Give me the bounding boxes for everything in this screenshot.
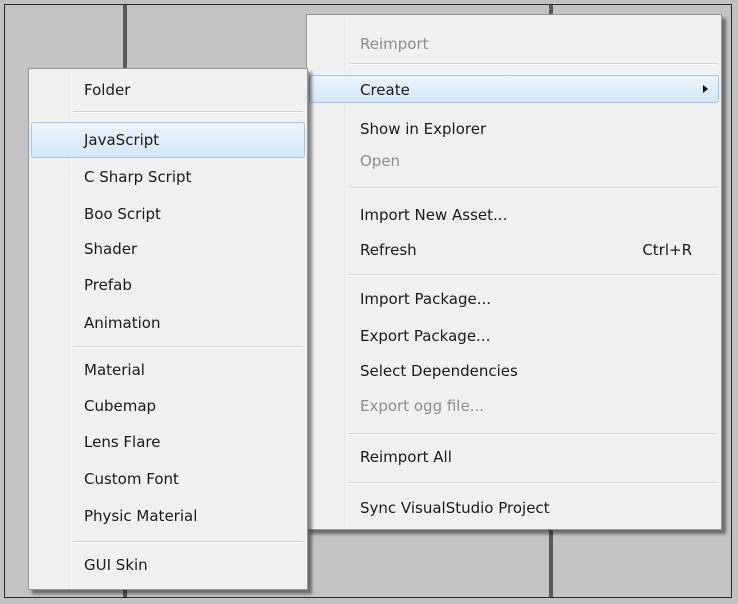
menu-item-import-package[interactable]: Import Package...	[309, 284, 719, 312]
menu-item-label: Create	[360, 81, 410, 99]
menu-item-label: Custom Font	[84, 470, 179, 488]
menu-item-reimport-all[interactable]: Reimport All	[309, 442, 719, 470]
menu-item-sync-visualstudio-project[interactable]: Sync VisualStudio Project	[309, 493, 719, 521]
menu-item-label: Cubemap	[84, 397, 157, 415]
menu-separator	[73, 541, 303, 543]
submenu-item-folder[interactable]: Folder	[31, 75, 305, 103]
create-submenu: Folder JavaScript C Sharp Script Boo Scr…	[28, 68, 308, 590]
menu-item-label: Show in Explorer	[360, 120, 487, 138]
submenu-item-material[interactable]: Material	[31, 355, 305, 383]
context-menu: Reimport Create Show in Explorer Open Im…	[306, 14, 722, 530]
menu-separator	[349, 482, 717, 484]
menu-item-label: Folder	[84, 81, 131, 99]
menu-item-show-in-explorer[interactable]: Show in Explorer	[309, 114, 719, 142]
menu-item-label: Shader	[84, 240, 138, 258]
menu-item-label: Open	[360, 152, 401, 170]
menu-item-label: Select Dependencies	[360, 362, 518, 380]
submenu-item-animation[interactable]: Animation	[31, 308, 305, 336]
menu-item-label: Export Package...	[360, 327, 491, 345]
menu-item-reimport: Reimport	[309, 29, 719, 57]
menu-item-export-package[interactable]: Export Package...	[309, 321, 719, 349]
menu-item-shortcut: Ctrl+R	[642, 241, 692, 259]
menu-item-label: Export ogg file...	[360, 397, 485, 415]
submenu-item-javascript[interactable]: JavaScript	[31, 122, 305, 158]
menu-item-label: Material	[84, 361, 145, 379]
menu-item-label: Reimport	[360, 35, 429, 53]
menu-item-label: Reimport All	[360, 448, 452, 466]
menu-item-label: Import New Asset...	[360, 206, 508, 224]
menu-item-label: Physic Material	[84, 507, 198, 525]
submenu-item-gui-skin[interactable]: GUI Skin	[31, 550, 305, 578]
menu-item-label: Import Package...	[360, 290, 492, 308]
menu-item-label: C Sharp Script	[84, 168, 192, 186]
menu-item-label: GUI Skin	[84, 556, 148, 574]
submenu-item-cubemap[interactable]: Cubemap	[31, 391, 305, 419]
menu-item-open: Open	[309, 146, 719, 174]
submenu-item-c-sharp-script[interactable]: C Sharp Script	[31, 162, 305, 190]
menu-item-label: JavaScript	[84, 131, 160, 149]
menu-item-import-new-asset[interactable]: Import New Asset...	[309, 200, 719, 228]
submenu-item-custom-font[interactable]: Custom Font	[31, 464, 305, 492]
menu-separator	[349, 274, 717, 276]
menu-item-label: Sync VisualStudio Project	[360, 499, 550, 517]
submenu-item-physic-material[interactable]: Physic Material	[31, 501, 305, 529]
menu-separator	[349, 63, 717, 65]
submenu-item-boo-script[interactable]: Boo Script	[31, 199, 305, 227]
menu-item-label: Prefab	[84, 276, 132, 294]
menu-separator	[73, 346, 303, 348]
menu-separator	[349, 433, 717, 435]
submenu-item-prefab[interactable]: Prefab	[31, 270, 305, 298]
submenu-item-lens-flare[interactable]: Lens Flare	[31, 427, 305, 455]
submenu-item-shader[interactable]: Shader	[31, 234, 305, 262]
menu-item-label: Animation	[84, 314, 161, 332]
menu-item-refresh[interactable]: Refresh Ctrl+R	[309, 235, 719, 263]
menu-item-label: Refresh	[360, 241, 417, 259]
menu-separator	[73, 111, 303, 113]
menu-item-label: Lens Flare	[84, 433, 161, 451]
menu-item-export-ogg-file: Export ogg file...	[309, 391, 719, 419]
submenu-arrow-icon	[703, 85, 708, 93]
menu-item-label: Boo Script	[84, 205, 161, 223]
menu-separator	[349, 187, 717, 189]
menu-item-select-dependencies[interactable]: Select Dependencies	[309, 356, 719, 384]
menu-item-create[interactable]: Create	[309, 75, 719, 103]
